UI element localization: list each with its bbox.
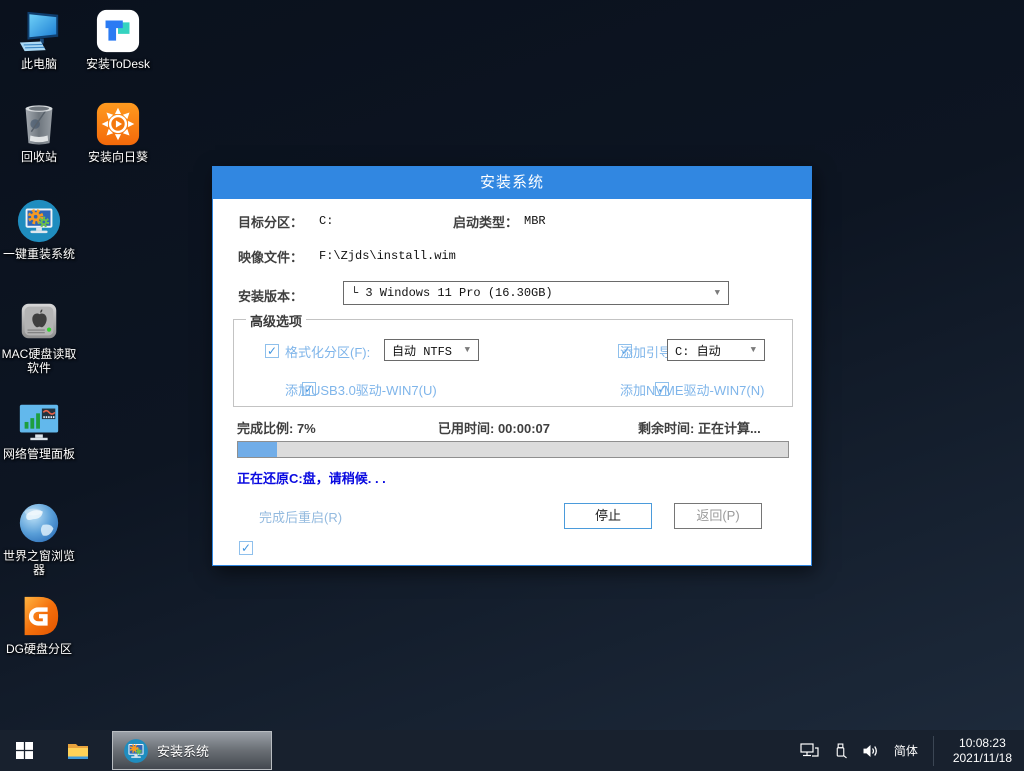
format-type-dropdown[interactable]: 自动 NTFS ▼ bbox=[384, 339, 479, 361]
nvme-driver-label: 添加NVME驱动-WIN7(N) bbox=[620, 380, 764, 399]
desktop-icon-label: MAC硬盘读取软件 bbox=[0, 347, 78, 375]
boot-type-label: 启动类型： bbox=[453, 212, 518, 231]
advanced-options-legend: 高级选项 bbox=[246, 311, 306, 330]
install-version-value: └ 3 Windows 11 Pro (16.30GB) bbox=[351, 286, 553, 300]
boot-target-dropdown[interactable]: C: 自动 ▼ bbox=[667, 339, 765, 361]
desktop-icon-label: 世界之窗浏览器 bbox=[0, 549, 78, 577]
taskbar: 安装系统 简体 bbox=[0, 730, 1024, 771]
status-text: 正在还原C:盘，请稍候. . . bbox=[237, 468, 386, 487]
desktop-icon-label: 安装ToDesk bbox=[79, 57, 157, 71]
desktop-icon-label: 网络管理面板 bbox=[0, 447, 78, 461]
browser-icon bbox=[16, 500, 62, 546]
task-button-label: 安装系统 bbox=[157, 741, 209, 760]
reboot-after-label: 完成后重启(R) bbox=[259, 507, 342, 526]
progress-percent-text: 完成比例: 7% bbox=[237, 418, 316, 437]
volume-icon[interactable] bbox=[862, 744, 879, 758]
desktop-icon-label: 安装向日葵 bbox=[79, 150, 157, 164]
desktop-icon-dg-partition[interactable]: DG硬盘分区 bbox=[0, 593, 78, 656]
image-file-label: 映像文件： bbox=[238, 247, 303, 266]
start-button[interactable] bbox=[0, 730, 48, 771]
elapsed-time-text: 已用时间: 00:00:07 bbox=[438, 418, 550, 437]
desktop-icon-label: 此电脑 bbox=[0, 57, 78, 71]
desktop-icon-this-pc[interactable]: 此电脑 bbox=[0, 8, 78, 71]
usb-icon[interactable] bbox=[834, 743, 847, 759]
progress-bar-fill bbox=[238, 442, 277, 457]
windows-logo-icon bbox=[16, 742, 33, 759]
progress-bar bbox=[237, 441, 789, 458]
recycle-bin-icon bbox=[16, 101, 62, 147]
tray-separator bbox=[933, 736, 934, 766]
sunflower-icon bbox=[95, 101, 141, 147]
install-system-task-icon bbox=[123, 738, 149, 764]
folder-icon bbox=[66, 739, 90, 763]
mac-disk-icon bbox=[16, 298, 62, 344]
format-partition-label: 格式化分区(F): bbox=[285, 342, 370, 361]
image-file-value: F:\Zjds\install.wim bbox=[319, 249, 456, 263]
install-version-dropdown[interactable]: └ 3 Windows 11 Pro (16.30GB) ▼ bbox=[343, 281, 729, 305]
chevron-down-icon: ▼ bbox=[751, 345, 756, 355]
desktop-icon-todesk[interactable]: 安装ToDesk bbox=[79, 8, 157, 71]
usb3-driver-label: 添加USB3.0驱动-WIN7(U) bbox=[285, 380, 437, 399]
desktop-icon-network-panel[interactable]: 网络管理面板 bbox=[0, 398, 78, 461]
boot-target-value: C: 自动 bbox=[675, 342, 721, 359]
network-panel-icon bbox=[16, 398, 62, 444]
todesk-icon bbox=[95, 8, 141, 54]
advanced-options-group: 高级选项 格式化分区(F): 自动 NTFS ▼ 添加引导(G): C: 自动 … bbox=[233, 319, 793, 407]
desktop-icon-mac-disk[interactable]: MAC硬盘读取软件 bbox=[0, 298, 78, 375]
desktop-icon-label: DG硬盘分区 bbox=[0, 642, 78, 656]
target-partition-value: C: bbox=[319, 214, 333, 228]
clock[interactable]: 10:08:23 2021/11/18 bbox=[949, 736, 1016, 766]
file-explorer-button[interactable] bbox=[56, 730, 100, 771]
desktop-icon-label: 一键重装系统 bbox=[0, 247, 78, 261]
back-button[interactable]: 返回(P) bbox=[674, 503, 762, 529]
this-pc-icon bbox=[16, 8, 62, 54]
dialog-titlebar[interactable]: 安装系统 bbox=[213, 167, 811, 199]
install-version-label: 安装版本： bbox=[238, 286, 303, 305]
desktop-icon-sunflower[interactable]: 安装向日葵 bbox=[79, 101, 157, 164]
system-tray: 简体 10:08:23 2021/11/18 bbox=[800, 730, 1024, 771]
desktop-icon-reinstall-system[interactable]: 一键重装系统 bbox=[0, 198, 78, 261]
stop-button[interactable]: 停止 bbox=[564, 503, 652, 529]
chevron-down-icon: ▼ bbox=[715, 288, 720, 298]
reboot-after-checkbox[interactable] bbox=[239, 541, 253, 555]
target-partition-label: 目标分区： bbox=[238, 212, 303, 231]
clock-time: 10:08:23 bbox=[953, 736, 1012, 751]
dg-partition-icon bbox=[16, 593, 62, 639]
clock-date: 2021/11/18 bbox=[953, 751, 1012, 766]
network-icon[interactable] bbox=[800, 743, 819, 758]
desktop-icon-browser[interactable]: 世界之窗浏览器 bbox=[0, 500, 78, 577]
chevron-down-icon: ▼ bbox=[465, 345, 470, 355]
boot-type-value: MBR bbox=[524, 214, 546, 228]
desktop-icon-label: 回收站 bbox=[0, 150, 78, 164]
taskbar-task-install-system[interactable]: 安装系统 bbox=[112, 731, 272, 770]
desktop-icon-recycle-bin[interactable]: 回收站 bbox=[0, 101, 78, 164]
format-partition-checkbox[interactable] bbox=[265, 344, 279, 358]
remaining-time-text: 剩余时间: 正在计算... bbox=[638, 418, 761, 437]
install-system-dialog: 安装系统 目标分区： C: 启动类型： MBR 映像文件： F:\Zjds\in… bbox=[212, 166, 812, 566]
reinstall-system-icon bbox=[16, 198, 62, 244]
input-method-indicator[interactable]: 简体 bbox=[894, 742, 918, 759]
format-type-value: 自动 NTFS bbox=[392, 342, 452, 359]
desktop: 此电脑 安装ToDesk 回收站 bbox=[0, 0, 1024, 771]
